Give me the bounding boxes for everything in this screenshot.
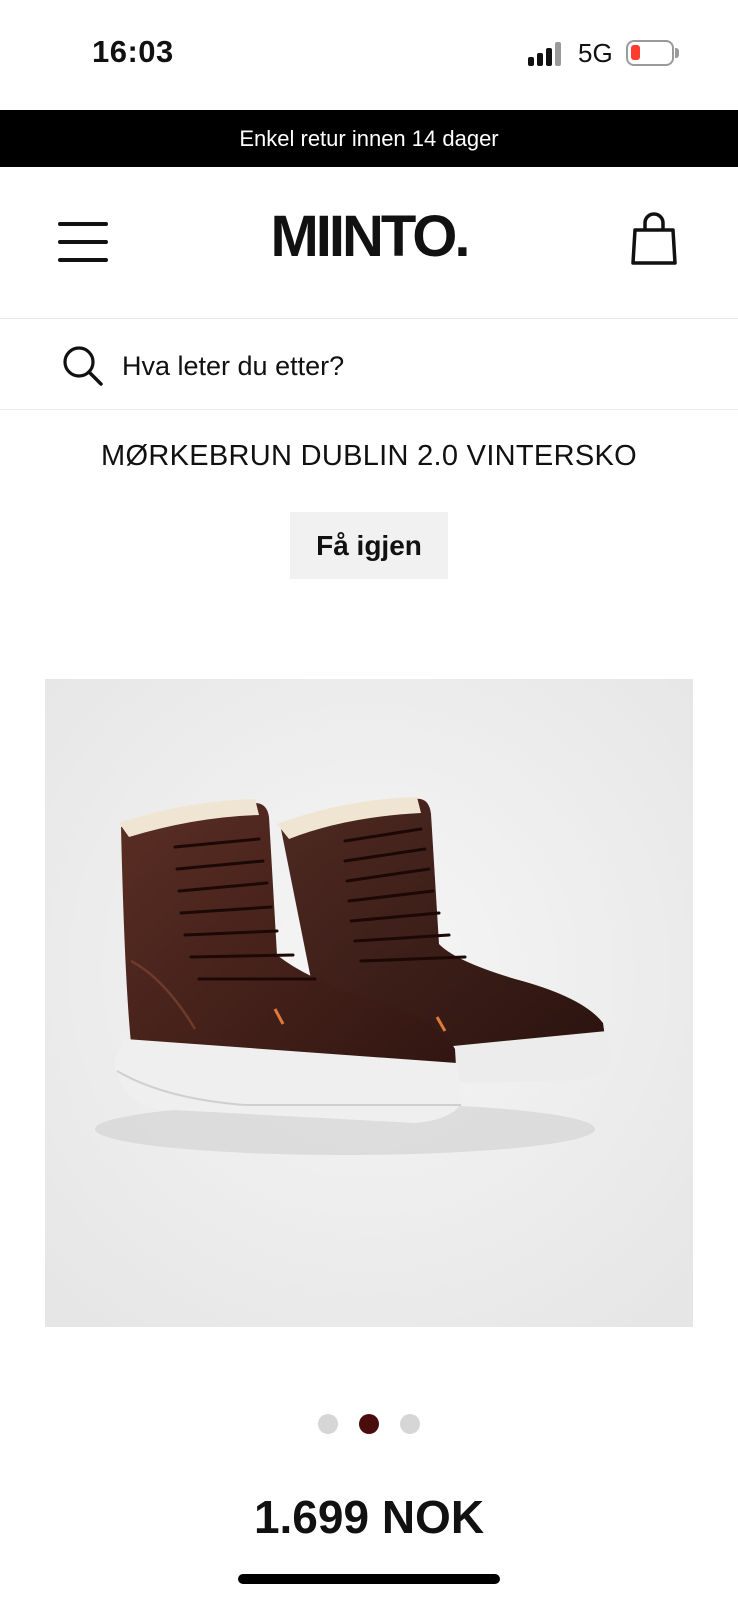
carousel-dot[interactable] — [318, 1414, 338, 1434]
search-icon[interactable] — [62, 345, 104, 387]
product-image[interactable] — [45, 679, 693, 1327]
miinto-logo[interactable]: MIINTO. — [0, 203, 738, 270]
signal-icon — [528, 42, 564, 66]
promo-text: Enkel retur innen 14 dager — [239, 125, 499, 151]
network-type: 5G — [578, 38, 613, 68]
shopping-bag-icon[interactable] — [630, 211, 678, 267]
home-indicator[interactable] — [238, 1574, 500, 1584]
product-title: MØRKEBRUN DUBLIN 2.0 VINTERSKO — [101, 440, 637, 472]
carousel-dot[interactable] — [400, 1414, 420, 1434]
search-input[interactable] — [122, 345, 682, 387]
search-bar — [0, 319, 738, 410]
status-bar: 16:03 5G — [0, 0, 738, 110]
promo-banner: Enkel retur innen 14 dager — [0, 110, 738, 167]
winter-boots-illustration — [45, 679, 693, 1327]
product-page: 16:03 5G Enkel retur innen 14 dager MIIN… — [0, 0, 738, 1600]
product-price: 1.699 NOK — [253, 1491, 485, 1543]
battery-level — [631, 45, 640, 60]
reorder-button[interactable]: Få igjen — [290, 512, 448, 579]
carousel-dots — [318, 1414, 422, 1436]
status-time: 16:03 — [92, 34, 174, 69]
battery-icon — [626, 40, 674, 66]
site-header: MIINTO. — [0, 167, 738, 319]
battery-nub — [675, 48, 679, 58]
carousel-dot-active[interactable] — [359, 1414, 379, 1434]
